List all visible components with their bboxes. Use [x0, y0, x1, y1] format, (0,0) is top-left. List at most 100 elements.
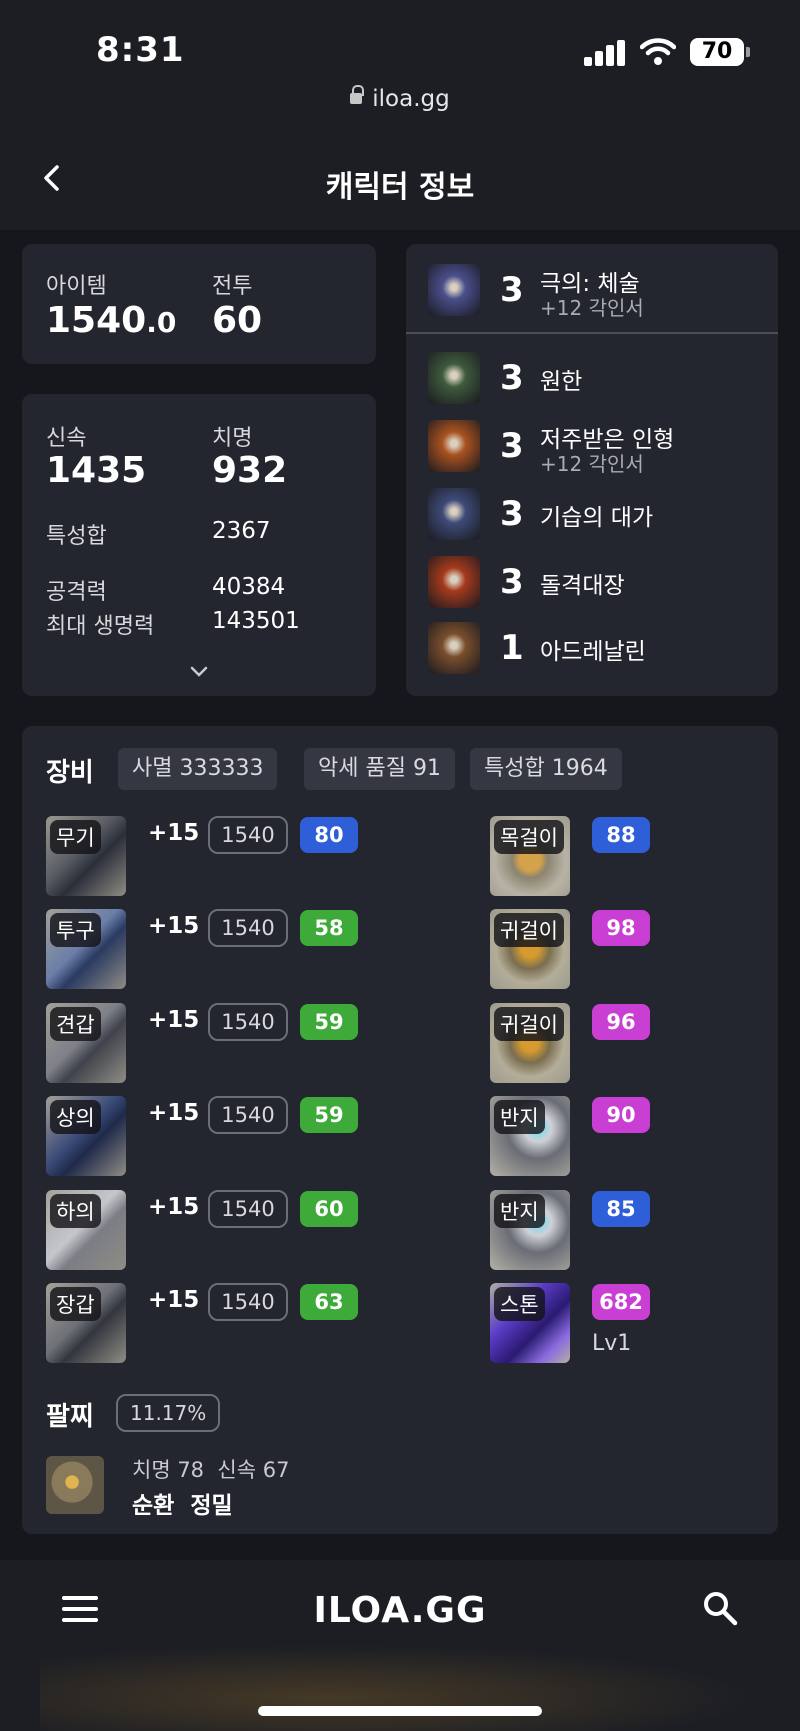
accessory-icon[interactable]: 스톤 [490, 1283, 570, 1363]
item-level-badge: 1540 [208, 1002, 288, 1041]
engraving-book: +12 각인서 [540, 452, 644, 476]
engraving-name: 아드레날린 [540, 639, 646, 665]
accessory-icon[interactable]: 귀걸이 [490, 909, 570, 990]
engraving-divider [406, 332, 778, 334]
bracelet-effects: 순환 정밀 [132, 1493, 233, 1519]
quality-badge: 88 [592, 817, 650, 853]
bracelet-percent-badge: 11.17% [116, 1394, 221, 1432]
engraving-row[interactable]: 3 돌격대장 [428, 556, 768, 608]
bracelet-icon[interactable] [46, 1456, 104, 1514]
upgrade-level: +15 [148, 913, 200, 940]
slot-label: 목걸이 [494, 820, 564, 854]
slot-label: 하의 [50, 1193, 101, 1228]
status-time: 8:31 [96, 30, 185, 70]
stats-card: 신속 1435 치명 932 특성합 2367 공격력 40384 최대 생명력… [22, 394, 376, 696]
armor-icon[interactable]: 상의 [46, 1096, 126, 1177]
quality-badge: 59 [300, 1097, 358, 1134]
quality-badge: 98 [592, 910, 650, 947]
quality-badge: 59 [300, 1003, 358, 1040]
engraving-row[interactable]: 3 극의: 체술 +12 각인서 [428, 264, 768, 320]
quality-badge: 58 [300, 910, 358, 947]
bracelet-stats: 치명 78 신속 67 [132, 1458, 290, 1482]
wifi-icon [640, 38, 676, 65]
quality-badge: 60 [300, 1190, 358, 1227]
item-level-badge: 1540 [208, 816, 288, 854]
crit-label: 치명 [212, 426, 253, 451]
item-level-badge: 1540 [208, 909, 288, 948]
bracelet-title: 팔찌 [46, 1402, 94, 1432]
engraving-name: 돌격대장 [540, 573, 625, 599]
engraving-row[interactable]: 3 저주받은 인형 +12 각인서 [428, 420, 768, 476]
chip-annihilation: 사멸 333333 [118, 748, 278, 790]
armor-icon[interactable]: 무기 [46, 816, 126, 896]
quality-badge: 96 [592, 1003, 650, 1040]
upgrade-level: +15 [148, 1193, 200, 1220]
upgrade-level: +15 [148, 1287, 200, 1313]
engraving-level: 3 [500, 494, 524, 534]
slot-label: 귀걸이 [494, 913, 564, 948]
cellular-signal-icon [584, 40, 626, 66]
accessory-icon[interactable]: 목걸이 [490, 816, 570, 896]
slot-label: 스톤 [494, 1287, 545, 1321]
chip-stat-total: 특성합 1964 [470, 748, 622, 790]
max-hp-value: 143501 [212, 608, 300, 634]
quality-badge: 682 [592, 1284, 650, 1320]
ambush-engraving-icon [428, 488, 480, 540]
item-level-label: 아이템 [46, 274, 107, 299]
total-stat-value: 2367 [212, 518, 271, 544]
accessory-icon[interactable]: 반지 [490, 1189, 570, 1270]
grudge-engraving-icon [428, 352, 480, 404]
engraving-row[interactable]: 3 원한 [428, 352, 768, 404]
attack-label: 공격력 [46, 580, 107, 605]
chevron-down-icon[interactable] [190, 666, 208, 678]
brand-logo[interactable]: ILOA.GG [0, 1590, 800, 1631]
quality-badge: 90 [592, 1097, 650, 1134]
slot-label: 견갑 [50, 1006, 101, 1041]
accessory-icon[interactable]: 귀걸이 [490, 1002, 570, 1083]
adrenaline-engraving-icon [428, 622, 480, 674]
accessory-icon[interactable]: 반지 [490, 1096, 570, 1177]
item-level-badge: 1540 [208, 1096, 288, 1135]
page-header: 캐릭터 정보 [0, 126, 800, 230]
slot-label: 투구 [50, 913, 101, 948]
status-bar: 8:31 70 iloa.gg [0, 0, 800, 126]
quality-badge: 63 [300, 1284, 358, 1320]
engraving-level: 1 [500, 628, 524, 668]
battery-nub [746, 47, 750, 57]
engraving-name: 기습의 대가 [540, 505, 654, 531]
slot-label: 반지 [494, 1193, 545, 1228]
equipment-title: 장비 [46, 758, 94, 788]
chip-accessory-quality: 악세 품질 91 [304, 748, 455, 790]
engraving-name: 원한 [540, 369, 583, 395]
item-level-badge: 1540 [208, 1283, 288, 1321]
engraving-level: 3 [500, 426, 524, 466]
engraving-row[interactable]: 3 기습의 대가 [428, 488, 768, 540]
armor-icon[interactable]: 견갑 [46, 1002, 126, 1083]
armor-icon[interactable]: 장갑 [46, 1283, 126, 1363]
slot-label: 상의 [50, 1100, 101, 1135]
upgrade-level: +15 [148, 1100, 200, 1127]
engraving-level: 3 [500, 358, 524, 398]
item-level-badge: 1540 [208, 1189, 288, 1228]
ambient-glow [40, 1644, 760, 1731]
swift-value: 1435 [46, 450, 147, 491]
swift-label: 신속 [46, 426, 87, 451]
armor-icon[interactable]: 하의 [46, 1189, 126, 1270]
attack-value: 40384 [212, 574, 286, 600]
url-bar[interactable]: iloa.gg [0, 85, 800, 112]
slot-label: 장갑 [50, 1287, 101, 1321]
engraving-row[interactable]: 1 아드레날린 [428, 622, 768, 674]
search-icon[interactable] [702, 1590, 738, 1626]
engraving-level: 3 [500, 562, 524, 602]
combat-level-label: 전투 [212, 274, 253, 299]
cursed-doll-engraving-icon [428, 420, 480, 472]
home-indicator[interactable] [258, 1706, 542, 1716]
stone-level: Lv1 [592, 1331, 632, 1356]
slot-label: 무기 [50, 820, 101, 854]
armor-icon[interactable]: 투구 [46, 909, 126, 990]
combat-level-value: 60 [212, 300, 263, 341]
quality-badge: 80 [300, 817, 358, 853]
lock-icon [350, 85, 365, 104]
page-title: 캐릭터 정보 [325, 170, 475, 205]
fist-engraving-icon [428, 264, 480, 316]
